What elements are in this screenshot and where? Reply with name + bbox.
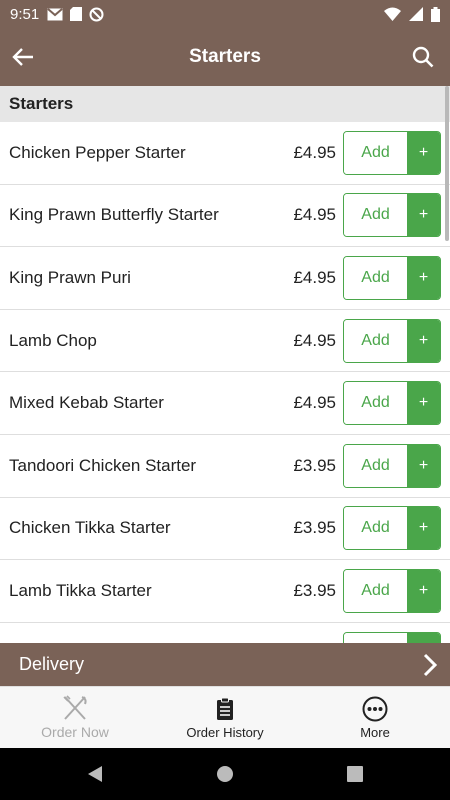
item-name: Tandoori Chicken Starter <box>9 455 197 475</box>
item-price: £4.95 <box>293 205 336 225</box>
page-title: Starters <box>189 46 261 67</box>
clipboard-list-icon <box>217 697 233 720</box>
fork-knife-icon <box>63 695 87 720</box>
add-to-order-button[interactable]: Add + <box>343 443 441 488</box>
add-to-order-button[interactable]: Add + <box>343 568 441 613</box>
plus-icon[interactable]: + <box>407 194 440 237</box>
item-name: King Prawn Puri <box>9 267 131 287</box>
plus-icon[interactable]: + <box>407 131 440 174</box>
menu-item: Lamb Tikka Starter £3.95 Add + <box>0 560 450 623</box>
nav-more[interactable]: More <box>300 687 450 748</box>
menu-item: King Prawn Butterfly Starter £4.95 Add + <box>0 185 450 248</box>
add-to-order-button[interactable]: Add + <box>343 506 441 551</box>
system-home-button[interactable] <box>160 765 290 783</box>
nav-order-now[interactable]: Order Now <box>0 687 150 748</box>
delivery-label: Delivery <box>19 654 85 674</box>
plus-icon[interactable]: + <box>407 382 440 425</box>
add-to-order-button[interactable] <box>343 631 441 643</box>
item-price: £4.95 <box>293 330 336 350</box>
more-circle-icon <box>362 696 388 721</box>
status-bar: 9:51 <box>0 0 450 28</box>
add-to-order-button[interactable]: Add + <box>343 318 441 363</box>
battery-icon <box>431 6 440 22</box>
item-name: Mixed Kebab Starter <box>9 393 164 413</box>
menu-item: Chicken Pepper Starter £4.95 Add + <box>0 122 450 185</box>
wifi-icon <box>384 7 401 21</box>
item-name: Lamb Tikka Starter <box>9 580 152 600</box>
add-to-order-button[interactable]: Add + <box>343 381 441 426</box>
section-header: Starters <box>0 86 450 122</box>
item-name: Lamb Chop <box>9 330 97 350</box>
nav-order-now-label: Order Now <box>41 724 109 740</box>
nav-more-label: More <box>360 724 390 740</box>
add-button-label[interactable]: Add <box>344 256 407 299</box>
add-button-label[interactable] <box>344 632 407 643</box>
menu-item: Lamb Chop £4.95 Add + <box>0 310 450 373</box>
gmail-icon <box>47 7 63 20</box>
menu-list[interactable]: Starters Chicken Pepper Starter £4.95 Ad… <box>0 86 450 643</box>
status-time: 9:51 <box>10 5 40 23</box>
scrollbar[interactable] <box>445 86 449 241</box>
circle-home-icon <box>217 766 233 782</box>
item-price: £4.95 <box>293 142 336 162</box>
plus-icon[interactable]: + <box>407 507 440 550</box>
square-recents-icon <box>347 766 363 782</box>
plus-icon[interactable]: + <box>407 569 440 612</box>
menu-item: Tandoori Chicken Starter £3.95 Add + <box>0 435 450 498</box>
menu-item <box>0 623 450 643</box>
plus-icon[interactable] <box>407 632 440 643</box>
signal-icon <box>409 7 423 21</box>
arrow-back-icon <box>12 48 33 66</box>
search-button[interactable] <box>408 42 438 72</box>
menu-item: King Prawn Puri £4.95 Add + <box>0 247 450 310</box>
do-not-disturb-icon <box>89 7 104 21</box>
item-price: £4.95 <box>293 393 336 413</box>
add-button-label[interactable]: Add <box>344 382 407 425</box>
add-button-label[interactable]: Add <box>344 444 407 487</box>
nav-order-history[interactable]: Order History <box>150 687 300 748</box>
menu-item: Mixed Kebab Starter £4.95 Add + <box>0 372 450 435</box>
item-name: King Prawn Butterfly Starter <box>9 205 219 225</box>
add-button-label[interactable]: Add <box>344 194 407 237</box>
nav-order-history-label: Order History <box>186 724 264 740</box>
add-to-order-button[interactable]: Add + <box>343 255 441 300</box>
plus-icon[interactable]: + <box>407 319 440 362</box>
item-name: Chicken Tikka Starter <box>9 518 171 538</box>
triangle-back-icon <box>88 766 102 782</box>
plus-icon[interactable]: + <box>407 256 440 299</box>
item-price: £4.95 <box>293 267 336 287</box>
search-icon <box>412 46 434 68</box>
system-recents-button[interactable] <box>290 766 420 782</box>
system-back-button[interactable] <box>30 765 160 783</box>
item-price: £3.95 <box>293 455 336 475</box>
add-to-order-button[interactable]: Add + <box>343 130 441 175</box>
plus-icon[interactable]: + <box>407 444 440 487</box>
chevron-right-icon <box>423 653 438 677</box>
system-nav-bar <box>0 748 450 800</box>
delivery-bar[interactable]: Delivery <box>0 643 450 686</box>
add-button-label[interactable]: Add <box>344 507 407 550</box>
item-name: Chicken Pepper Starter <box>9 142 186 162</box>
add-button-label[interactable]: Add <box>344 319 407 362</box>
bottom-nav: Order Now Order History More <box>0 686 450 748</box>
back-button[interactable] <box>8 42 38 72</box>
add-button-label[interactable]: Add <box>344 131 407 174</box>
add-button-label[interactable]: Add <box>344 569 407 612</box>
sd-card-icon <box>70 7 83 21</box>
item-price: £3.95 <box>293 518 336 538</box>
menu-item: Chicken Tikka Starter £3.95 Add + <box>0 498 450 561</box>
item-price: £3.95 <box>293 580 336 600</box>
add-to-order-button[interactable]: Add + <box>343 193 441 238</box>
app-bar: Starters <box>0 28 450 86</box>
